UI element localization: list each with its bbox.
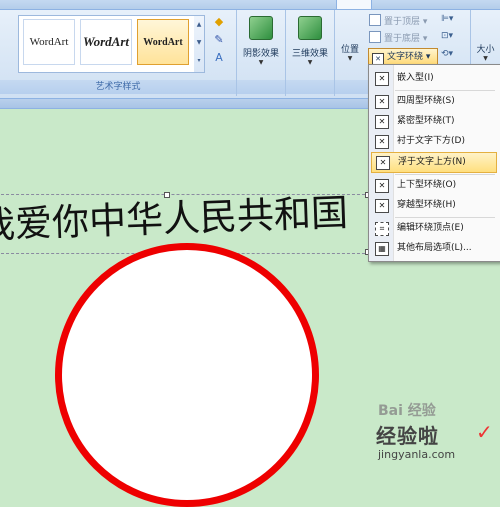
3d-effects-icon: [298, 16, 322, 40]
shadow-effects-icon: [249, 16, 273, 40]
menu-item-edit-wrap-points[interactable]: ⌗ 编辑环绕顶点(E): [371, 219, 497, 238]
send-to-back-button[interactable]: 置于底层 ▾: [369, 31, 427, 47]
watermark-url: jingyanla.com: [378, 448, 456, 461]
checkmark-icon: ✓: [476, 420, 493, 444]
inline-wrap-icon: ✕: [375, 72, 389, 86]
dropdown-arrow-icon: ▼: [258, 59, 264, 66]
text-wrapping-label: 文字环绕: [387, 52, 424, 62]
ribbon-tab-strip: [0, 0, 500, 10]
shape-outline-icon[interactable]: ✎: [208, 32, 230, 48]
menu-item-in-front-of-text[interactable]: ✕ 浮于文字上方(N): [371, 152, 497, 173]
watermark-logo: Bai 经验: [378, 403, 436, 419]
top-bottom-wrap-icon: ✕: [375, 179, 389, 193]
gallery-scrollbar[interactable]: ▲ ▼ ▾: [194, 15, 205, 73]
wordart-styles-group: WordArt WordArt WordArt ▲ ▼ ▾ ◆ ✎ A 艺术字样…: [0, 10, 237, 96]
wordart-style-3[interactable]: WordArt: [137, 19, 189, 65]
3d-effects-group: 三维效果 ▼: [286, 10, 335, 96]
align-icon[interactable]: ⊫▾: [441, 14, 453, 24]
edit-wrap-points-icon: ⌗: [375, 222, 389, 236]
shadow-effects-label: 阴影效果: [242, 49, 279, 59]
scroll-down-icon[interactable]: ▼: [194, 34, 204, 52]
watermark-brand: 经验啦: [376, 424, 439, 448]
3d-effects-label: 三维效果: [291, 49, 328, 59]
rotate-icon[interactable]: ⟲▾: [441, 49, 453, 59]
group-icon[interactable]: ⊡▾: [441, 31, 453, 41]
wordart-style-2[interactable]: WordArt: [80, 19, 132, 65]
bring-to-front-icon: [369, 14, 381, 26]
menu-item-behind-text[interactable]: ✕ 衬于文字下方(D): [371, 132, 497, 151]
shape-fill-icon[interactable]: ◆: [208, 14, 230, 30]
scroll-up-icon[interactable]: ▲: [194, 16, 204, 34]
send-to-back-label: 置于底层: [384, 34, 421, 44]
3d-group-label: [286, 80, 334, 94]
size-label: 大小: [476, 45, 495, 55]
shadow-effects-group: 阴影效果 ▼: [237, 10, 286, 96]
wordart-styles-group-label: 艺术字样式: [0, 80, 236, 94]
menu-separator: [395, 217, 495, 218]
layout-options-icon: ▦: [375, 242, 389, 256]
menu-item-through[interactable]: ✕ 穿越型环绕(H): [371, 196, 497, 215]
dropdown-arrow-icon: ▼: [347, 55, 353, 62]
tight-wrap-icon: ✕: [375, 115, 389, 129]
square-wrap-icon: ✕: [375, 95, 389, 109]
wordart-style-1[interactable]: WordArt: [23, 19, 75, 65]
menu-separator: [395, 90, 495, 91]
through-wrap-icon: ✕: [375, 199, 389, 213]
send-to-back-icon: [369, 31, 381, 43]
gallery-more-icon[interactable]: ▾: [194, 52, 204, 70]
watermark: Bai 经验 经验啦 ✓ jingyanla.com: [326, 398, 500, 469]
text-wrapping-menu: ✕ 嵌入型(I) ✕ 四周型环绕(S) ✕ 紧密型环绕(T) ✕ 衬于文字下方(D) ✕…: [368, 64, 500, 262]
menu-separator: [395, 174, 495, 175]
menu-item-tight[interactable]: ✕ 紧密型环绕(T): [371, 112, 497, 131]
circle-shape[interactable]: [55, 243, 319, 507]
tab-format[interactable]: [336, 0, 372, 10]
behind-text-icon: ✕: [375, 135, 389, 149]
shadow-group-label: [237, 80, 285, 94]
bring-to-front-button[interactable]: 置于顶层 ▾: [369, 14, 427, 30]
in-front-of-text-icon: ✕: [376, 156, 390, 170]
dropdown-arrow-icon: ▼: [307, 59, 313, 66]
menu-item-top-bottom[interactable]: ✕ 上下型环绕(O): [371, 176, 497, 195]
shadow-effects-button[interactable]: 阴影效果 ▼: [241, 14, 281, 80]
menu-item-more-layout-options[interactable]: ▦ 其他布局选项(L)...: [371, 239, 497, 258]
menu-item-inline[interactable]: ✕ 嵌入型(I): [371, 69, 497, 88]
menu-item-square[interactable]: ✕ 四周型环绕(S): [371, 92, 497, 111]
wordart-styles-gallery: WordArt WordArt WordArt: [18, 15, 196, 73]
bring-to-front-label: 置于顶层: [384, 17, 421, 27]
dropdown-arrow-icon: ▼: [483, 55, 488, 62]
position-label: 位置: [340, 45, 359, 55]
3d-effects-button[interactable]: 三维效果 ▼: [290, 14, 330, 80]
change-shape-icon[interactable]: A: [208, 50, 230, 66]
